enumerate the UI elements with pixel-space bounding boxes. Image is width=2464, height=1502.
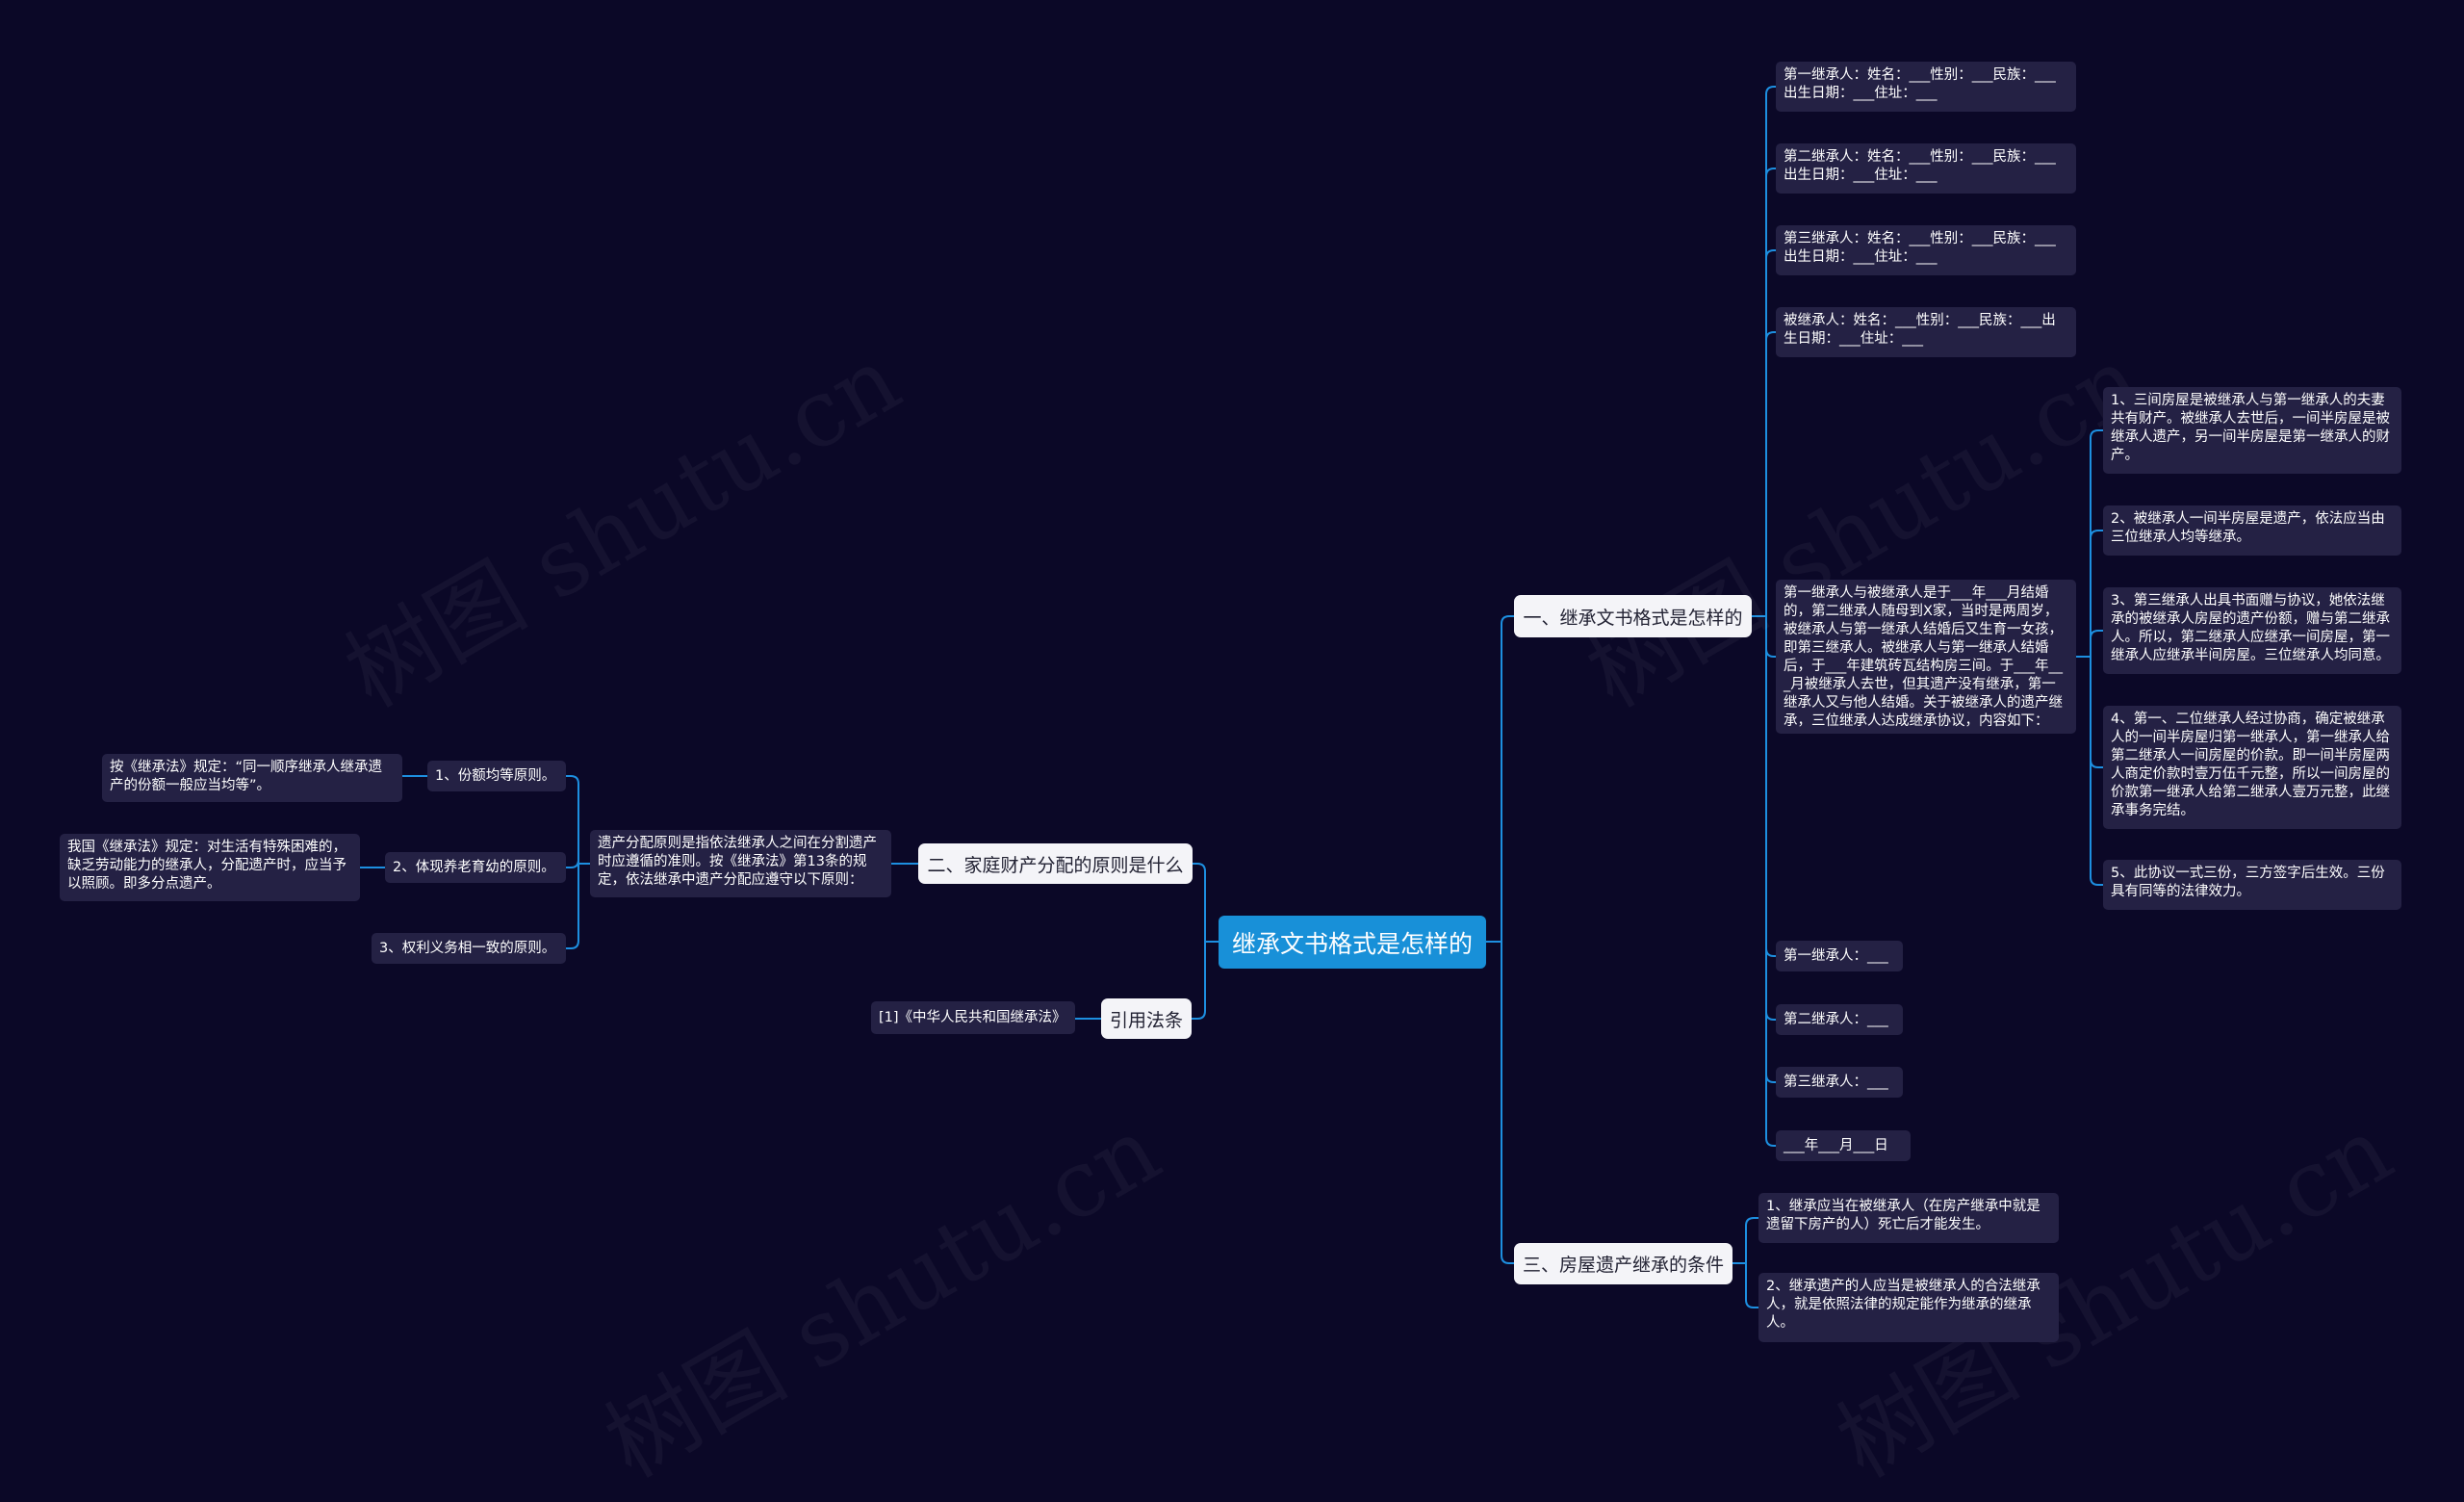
connector-lines: [360, 86, 2103, 1308]
heir3-signature[interactable]: 第三继承人：___: [1776, 1067, 1903, 1098]
connector-line: [2076, 530, 2103, 658]
agreement-item-5[interactable]: 5、此协议一式三份，三方签字后生效。三份具有同等的法律效力。: [2103, 860, 2401, 910]
principle-elderly-children[interactable]: 2、体现养老育幼的原则。: [385, 852, 566, 883]
connector-line: [1732, 1217, 1758, 1264]
connector-line: [1752, 168, 1776, 617]
connector-line: [1752, 615, 1776, 957]
heir1-info[interactable]: 第一继承人：姓名：___性别：___民族：___出生日期：___住址：___: [1776, 62, 2076, 112]
cited-law-item[interactable]: [1]《中华人民共和国继承法》: [871, 1001, 1075, 1034]
connector-line: [1193, 863, 1219, 943]
condition-2[interactable]: 2、继承遗产的人应当是被继承人的合法继承人，就是依照法律的规定能作为继承的继承人…: [1758, 1273, 2059, 1342]
connector-line: [1486, 615, 1514, 943]
principle-equal-shares[interactable]: 1、份额均等原则。: [427, 761, 566, 791]
connector-line: [1732, 1262, 1758, 1308]
agreement-item-3[interactable]: 3、第三继承人出具书面赠与协议，她依法继承的被继承人房屋的遗产份额，赠与第二继承…: [2103, 587, 2401, 674]
branch-cited-law[interactable]: 引用法条: [1101, 998, 1192, 1039]
heir2-info[interactable]: 第二继承人：姓名：___性别：___民族：___出生日期：___住址：___: [1776, 143, 2076, 194]
agreement-item-4[interactable]: 4、第一、二位继承人经过协商，确定被继承人的一间半房屋归第一继承人，第一继承人给…: [2103, 706, 2401, 829]
branch-house-conditions[interactable]: 三、房屋遗产继承的条件: [1514, 1243, 1732, 1284]
connector-line: [2076, 656, 2103, 886]
connector-line: [1192, 941, 1219, 1020]
inheritance-story[interactable]: 第一继承人与被继承人是于___年___月结婚的，第二继承人随母到X家，当时是两周…: [1776, 580, 2076, 734]
principle-equal-shares-note[interactable]: 按《继承法》规定：“同一顺序继承人继承遗产的份额一般应当均等”。: [102, 754, 402, 802]
connector-line: [566, 775, 590, 865]
connector-line: [1752, 331, 1776, 617]
signing-date[interactable]: ___年___月___日: [1776, 1130, 1911, 1161]
connector-line: [1752, 86, 1776, 617]
connector-line: [1752, 615, 1776, 658]
agreement-item-1[interactable]: 1、三间房屋是被继承人与第一继承人的夫妻共有财产。被继承人去世后，一间半房屋是被…: [2103, 387, 2401, 474]
heir3-info[interactable]: 第三继承人：姓名：___性别：___民族：___出生日期：___住址：___: [1776, 225, 2076, 275]
principle-rights-duties[interactable]: 3、权利义务相一致的原则。: [372, 933, 566, 964]
branch-distribution-principles[interactable]: 二、家庭财产分配的原则是什么: [918, 843, 1193, 884]
branch-format[interactable]: 一、继承文书格式是怎样的: [1514, 595, 1752, 637]
connector-line: [1486, 941, 1514, 1264]
decedent-info[interactable]: 被继承人：姓名：___性别：___民族：___出生日期：___住址：___: [1776, 307, 2076, 357]
condition-1[interactable]: 1、继承应当在被继承人（在房产继承中就是遗留下房产的人）死亡后才能发生。: [1758, 1193, 2059, 1243]
heir1-signature[interactable]: 第一继承人：___: [1776, 941, 1903, 971]
distribution-intro[interactable]: 遗产分配原则是指依法继承人之间在分割遗产时应遵循的准则。按《继承法》第13条的规…: [590, 830, 891, 897]
central-topic[interactable]: 继承文书格式是怎样的: [1219, 916, 1486, 969]
connector-line: [1752, 615, 1776, 1083]
principle-elderly-children-note[interactable]: 我国《继承法》规定：对生活有特殊困难的，缺乏劳动能力的继承人，分配遗产时，应当予…: [60, 834, 360, 901]
agreement-item-2[interactable]: 2、被继承人一间半房屋是遗产，依法应当由三位继承人均等继承。: [2103, 505, 2401, 556]
connector-line: [1752, 615, 1776, 1147]
connector-line: [566, 863, 590, 949]
heir2-signature[interactable]: 第二继承人：___: [1776, 1004, 1903, 1035]
connector-line: [1752, 615, 1776, 1021]
connector-line: [1752, 249, 1776, 617]
